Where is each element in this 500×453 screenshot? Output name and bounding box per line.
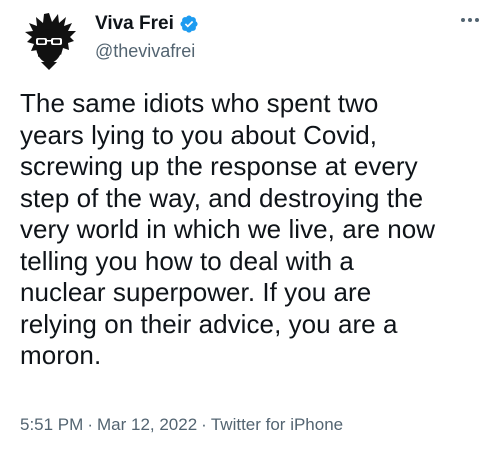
author-display-name[interactable]: Viva Frei: [95, 13, 174, 35]
meta-separator: ·: [87, 415, 93, 434]
author-name-row[interactable]: Viva Frei: [95, 13, 199, 35]
tweet-meta: 5:51 PM · Mar 12, 2022 · Twitter for iPh…: [20, 414, 343, 436]
avatar-icon: [25, 13, 76, 70]
more-options-icon[interactable]: [458, 12, 482, 28]
tweet-time-link[interactable]: 5:51 PM: [20, 414, 83, 436]
verified-badge-icon: [179, 14, 199, 34]
tweet-date-link[interactable]: Mar 12, 2022: [97, 414, 197, 436]
meta-separator: ·: [201, 415, 207, 434]
avatar[interactable]: [19, 10, 79, 70]
tweet-source-link[interactable]: Twitter for iPhone: [211, 414, 343, 436]
tweet-text: The same idiots who spent two years lyin…: [20, 88, 436, 370]
tweet-card: Viva Frei @thevivafrei The same idiots w…: [0, 0, 500, 453]
author-handle[interactable]: @thevivafrei: [95, 40, 195, 62]
